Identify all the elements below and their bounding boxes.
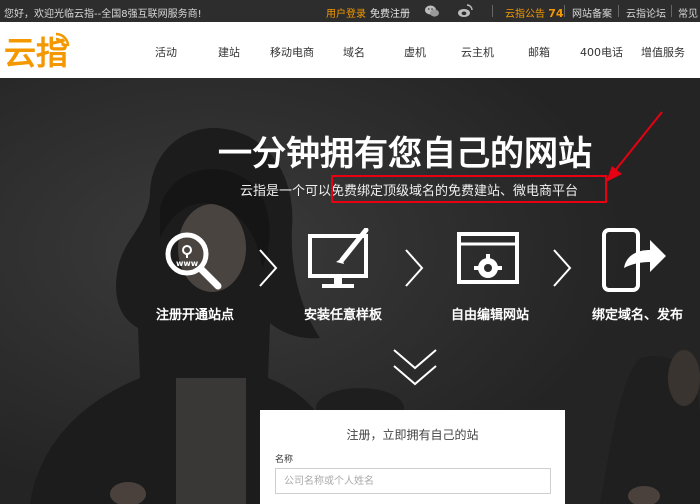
form-title: 注册，立即拥有自己的站 [346, 428, 479, 442]
notice-count: 74 [548, 7, 564, 20]
register-link[interactable]: 免费注册 [370, 5, 410, 20]
divider [492, 5, 493, 17]
chevron-right-icon [405, 249, 424, 287]
divider [618, 5, 619, 17]
nav-item-mail[interactable]: 邮箱 [528, 44, 550, 60]
nav-item-build-site[interactable]: 建站 [218, 44, 240, 60]
step-label-edit-site: 自由编辑网站 [451, 308, 530, 323]
phone-share-icon [602, 228, 666, 292]
nav-item-activity[interactable]: 活动 [155, 44, 177, 60]
top-bar: 您好，欢迎光临云指--全国8强互联网服务商! 用户登录 免费注册 云指公告 74… [0, 0, 700, 22]
hero-headline: 一分钟拥有您自己的网站 [218, 134, 592, 174]
step-label-register: 注册开通站点 [156, 308, 235, 323]
chevron-down-icon[interactable] [392, 348, 438, 388]
notice-link[interactable]: 云指公告 74 [505, 5, 564, 20]
magnifier-www-icon: www [165, 232, 222, 290]
nav-item-domain[interactable]: 域名 [343, 44, 365, 60]
divider [564, 5, 565, 17]
step-label-install-template: 安装任意样板 [304, 308, 383, 323]
browser-gear-icon [457, 232, 519, 284]
svg-text:www: www [176, 259, 199, 268]
faq-link[interactable]: 常见 [678, 5, 698, 20]
name-label: 名称 [275, 455, 294, 465]
welcome-text: 您好，欢迎光临云指--全国8强互联网服务商! [4, 9, 202, 20]
chevron-right-icon [259, 249, 278, 287]
login-link[interactable]: 用户登录 [326, 5, 366, 20]
notice-label: 云指公告 [505, 9, 545, 20]
annotation-arrow-icon [606, 111, 663, 182]
register-form: 注册，立即拥有自己的站 名称 [260, 410, 565, 504]
nav-item-400-phone[interactable]: 400电话 [580, 44, 623, 60]
beian-link[interactable]: 网站备案 [572, 5, 612, 20]
nav-item-cloud-host[interactable]: 云主机 [461, 44, 494, 60]
weibo-icon[interactable] [457, 3, 473, 19]
nav-item-mobile-commerce[interactable]: 移动电商 [270, 44, 314, 60]
chevron-right-icon [553, 249, 572, 287]
wechat-icon[interactable] [424, 3, 440, 19]
nav-item-value-added[interactable]: 增值服务 [641, 44, 685, 60]
name-input[interactable] [275, 468, 551, 494]
divider [671, 5, 672, 17]
step-label-bind-domain: 绑定域名、发布 [592, 308, 684, 323]
nav-item-virtual-host[interactable]: 虚机 [404, 44, 426, 60]
logo-icon: 云指 [4, 32, 70, 72]
monitor-brush-icon [308, 228, 369, 288]
highlight-box [331, 175, 607, 203]
logo[interactable]: 云指 [4, 28, 82, 74]
forum-link[interactable]: 云指论坛 [626, 5, 666, 20]
